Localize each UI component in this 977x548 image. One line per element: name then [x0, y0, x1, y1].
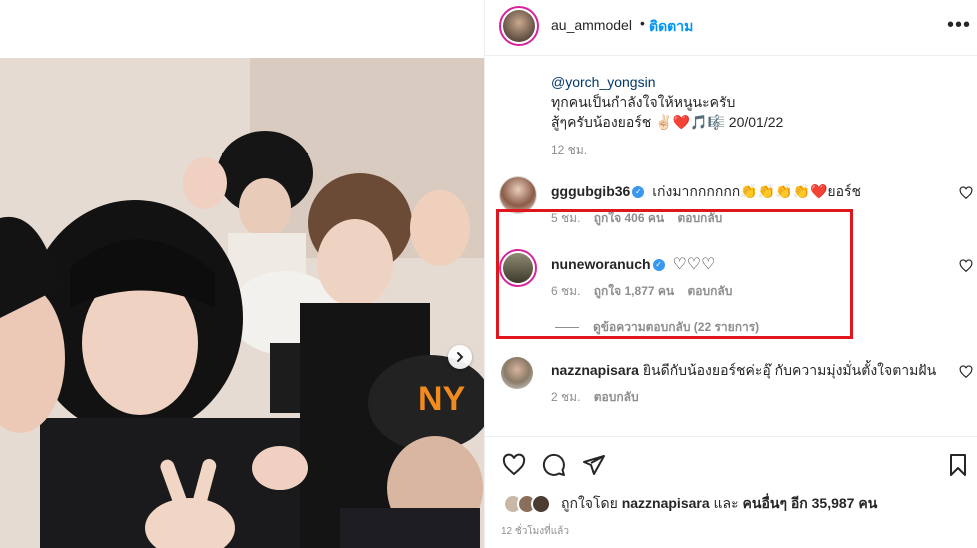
chevron-right-icon	[457, 352, 464, 362]
next-photo-button[interactable]	[448, 345, 472, 369]
post-caption: @yorch_yongsin ทุกคนเป็นกำลังใจให้หนูนะค…	[551, 72, 783, 132]
separator-dot: •	[640, 15, 645, 31]
liked-by-others[interactable]: คนอื่นๆ อีก 35,987 คน	[743, 495, 878, 511]
post-media-area: NY ale	[0, 0, 484, 548]
caption-line-1: ทุกคนเป็นกำลังใจให้หนูนะครับ	[551, 94, 736, 110]
commenter-avatar[interactable]	[501, 357, 533, 389]
comment-body: ยินดีกับน้องยอร์ชค่ะอุ๊ กับความมุ่งมั่นต…	[642, 362, 937, 378]
verified-badge-icon: ✓	[632, 186, 645, 199]
post-header: au_ammodel • ติดตาม •••	[485, 0, 977, 56]
caption-timestamp: 12 ชม.	[551, 143, 588, 157]
post-timestamp: 12 ชั่วโมงที่แล้ว	[501, 526, 569, 537]
caption-line-2: สู้ๆครับน้องยอร์ช ✌🏻❤️🎵🎼 20/01/22	[551, 114, 784, 130]
commenter-username[interactable]: gggubgib36	[551, 183, 630, 199]
more-options-icon[interactable]: •••	[947, 14, 971, 37]
caption-mention[interactable]: @yorch_yongsin	[551, 72, 783, 92]
author-username[interactable]: au_ammodel	[551, 17, 632, 33]
comment-like-heart-icon[interactable]	[959, 259, 973, 273]
comment-text: nazznapisara ยินดีกับน้องยอร์ชค่ะอุ๊ กับ…	[551, 360, 936, 382]
comment-icon[interactable]	[542, 453, 566, 477]
bookmark-icon[interactable]	[946, 453, 970, 477]
send-icon[interactable]	[582, 453, 606, 477]
liker-avatars	[503, 494, 555, 514]
comment-text: gggubgib36 ✓ เก่งมากกกกกก👏👏👏👏❤️ยอร์ช	[551, 181, 861, 203]
comment-time: 2 ชม.	[551, 390, 581, 404]
post-photo[interactable]: NY ale	[0, 58, 484, 548]
commenter-username[interactable]: nazznapisara	[551, 362, 639, 378]
liked-by-prefix: ถูกใจโดย	[561, 495, 618, 511]
follow-button[interactable]: ติดตาม	[649, 16, 693, 38]
liker-avatar[interactable]	[531, 494, 551, 514]
liked-by-user[interactable]: nazznapisara	[622, 495, 710, 511]
comment-like-heart-icon[interactable]	[959, 186, 973, 200]
svg-text:NY: NY	[418, 380, 466, 418]
author-avatar[interactable]	[499, 6, 539, 46]
highlight-annotation-box	[496, 209, 853, 339]
comment-meta: 2 ชม. ตอบกลับ	[551, 388, 649, 407]
comment-body: เก่งมากกกกกก👏👏👏👏❤️ยอร์ช	[652, 183, 862, 199]
reply-button[interactable]: ตอบกลับ	[594, 390, 639, 404]
liked-by-row: ถูกใจโดย nazznapisara และ คนอื่นๆ อีก 35…	[503, 493, 877, 515]
liked-by-text: ถูกใจโดย nazznapisara และ คนอื่นๆ อีก 35…	[561, 493, 877, 515]
post-actions-bar: ถูกใจโดย nazznapisara และ คนอื่นๆ อีก 35…	[485, 436, 977, 548]
liked-by-and: และ	[713, 495, 739, 511]
group-photo-illustration: NY ale	[0, 58, 484, 548]
heart-icon[interactable]	[502, 453, 526, 477]
comment-like-heart-icon[interactable]	[959, 365, 973, 379]
